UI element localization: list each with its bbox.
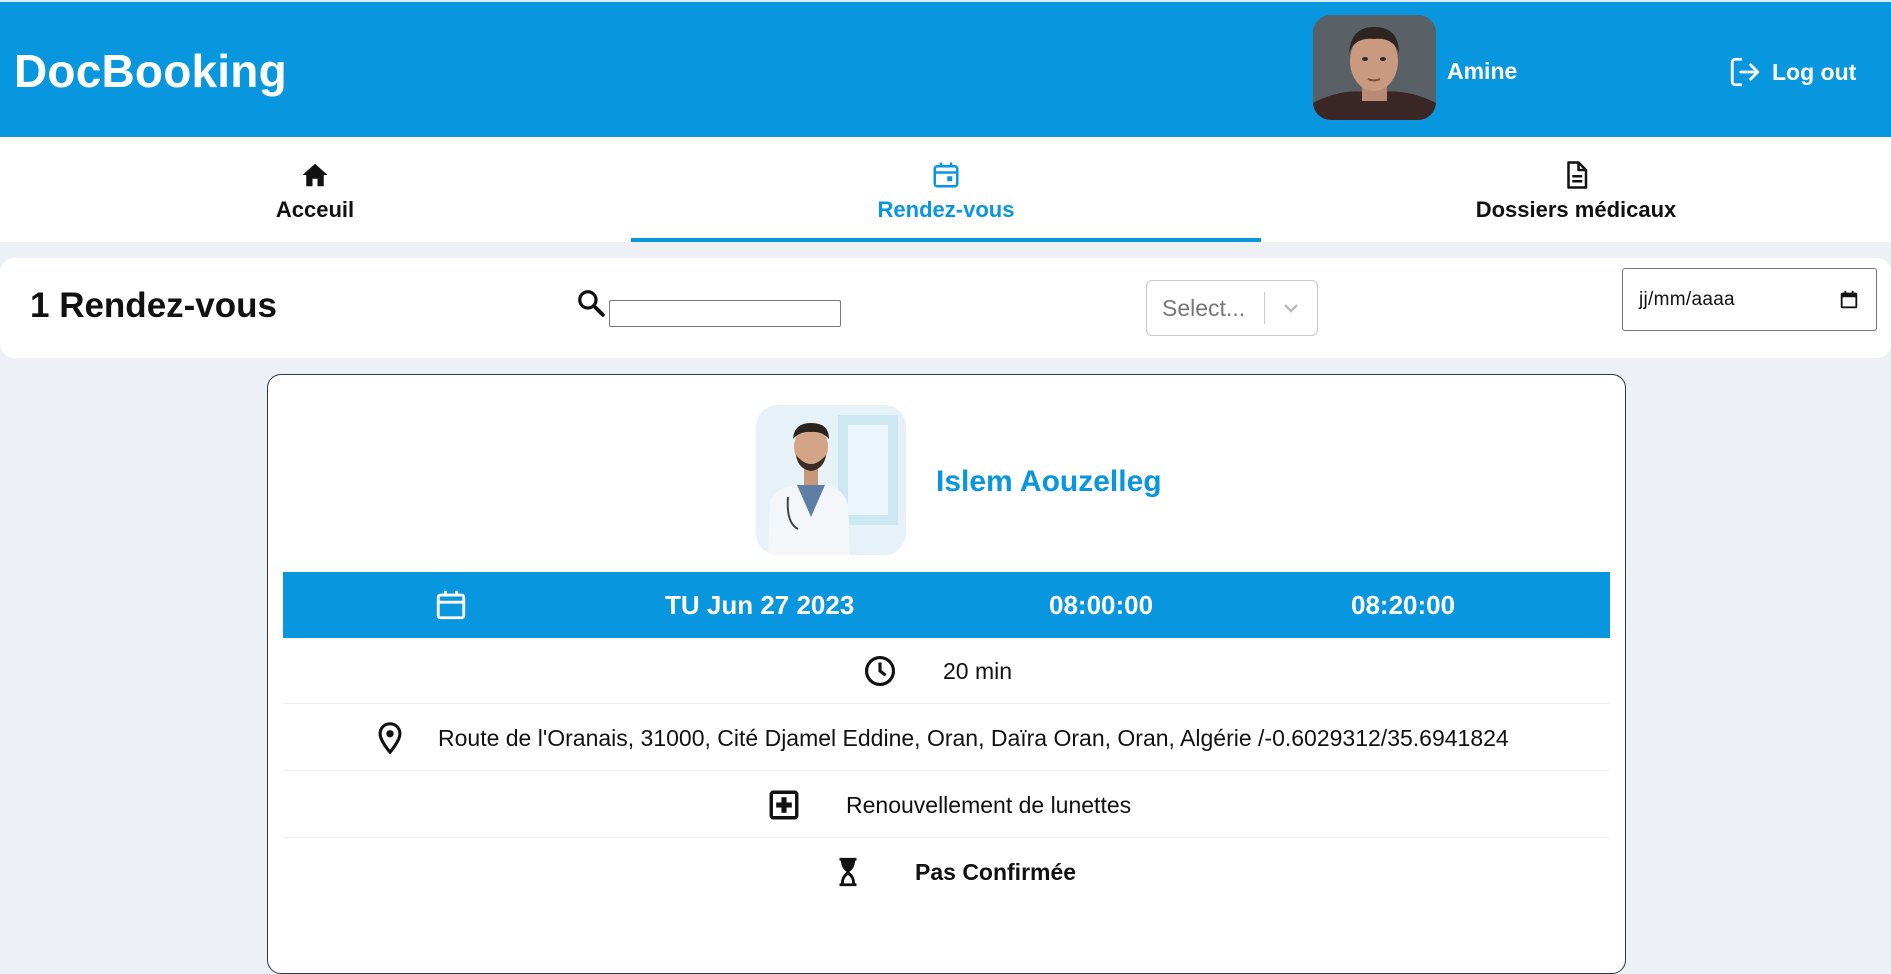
appointment-date: TU Jun 27 2023 (665, 590, 855, 620)
date-picker-icon[interactable] (1838, 289, 1860, 311)
user-name[interactable]: Amine (1447, 58, 1517, 85)
calendar-icon (933, 162, 959, 188)
appointment-start-time: 08:00:00 (1049, 590, 1154, 620)
address-row: Route de l'Oranais, 31000, Cité Djamel E… (283, 705, 1610, 771)
appointment-status: Pas Confirmée (915, 859, 1077, 885)
calendar-icon (436, 590, 466, 620)
appointment-datetime-bar: TU Jun 27 2023 08:00:00 08:20:00 (283, 572, 1610, 638)
appointments-count-title: 1 Rendez-vous (30, 286, 277, 325)
clock-icon (864, 655, 896, 687)
location-pin-icon (378, 722, 402, 755)
tab-rendez-vous-label: Rendez-vous (877, 197, 1015, 222)
appointment-address: Route de l'Oranais, 31000, Cité Djamel E… (438, 725, 1509, 751)
date-filter-input[interactable]: jj/mm/aaaa (1622, 268, 1877, 331)
appointment-card[interactable]: Islem Aouzelleg TU Jun 27 2023 08:00:00 … (267, 374, 1626, 974)
logout-button[interactable]: Log out (1728, 52, 1856, 92)
status-select[interactable]: Select... (1146, 280, 1318, 336)
tab-rendez-vous[interactable]: Rendez-vous (631, 137, 1261, 242)
select-placeholder: Select... (1162, 294, 1246, 321)
tab-dossiers-medicaux[interactable]: Dossiers médicaux (1261, 137, 1891, 242)
hourglass-icon (839, 857, 857, 887)
logout-label: Log out (1772, 58, 1857, 85)
medical-cross-icon (769, 790, 799, 820)
tab-acceuil-label: Acceuil (275, 197, 355, 222)
filter-bar: 1 Rendez-vous Select... jj/mm/aaaa (0, 258, 1891, 358)
user-photo (1313, 15, 1436, 120)
search-input[interactable] (609, 300, 841, 327)
appointment-reason: Renouvellement de lunettes (846, 792, 1132, 818)
doctor-photo (756, 405, 906, 555)
home-icon (302, 163, 328, 187)
appointment-end-time: 08:20:00 (1351, 590, 1456, 620)
document-icon (1567, 161, 1588, 189)
duration-row: 20 min (283, 638, 1610, 704)
app-logo[interactable]: DocBooking (14, 44, 287, 98)
top-bar: DocBooking Amine Log out (0, 0, 1891, 137)
status-row: Pas Confirmée (283, 839, 1610, 905)
logout-icon (1730, 57, 1760, 87)
tab-acceuil[interactable]: Acceuil (0, 137, 630, 242)
doctor-avatar (756, 405, 906, 555)
date-placeholder: jj/mm/aaaa (1639, 288, 1735, 310)
main-navigation: Acceuil Rendez-vous Dossiers médicaux (0, 137, 1891, 242)
tab-dossiers-label: Dossiers médicaux (1475, 197, 1677, 222)
user-avatar[interactable] (1313, 15, 1436, 120)
chevron-down-icon[interactable] (1265, 298, 1317, 318)
search-icon[interactable] (576, 288, 606, 318)
appointment-duration: 20 min (943, 658, 1013, 684)
reason-row: Renouvellement de lunettes (283, 772, 1610, 838)
doctor-name[interactable]: Islem Aouzelleg (936, 465, 1162, 499)
